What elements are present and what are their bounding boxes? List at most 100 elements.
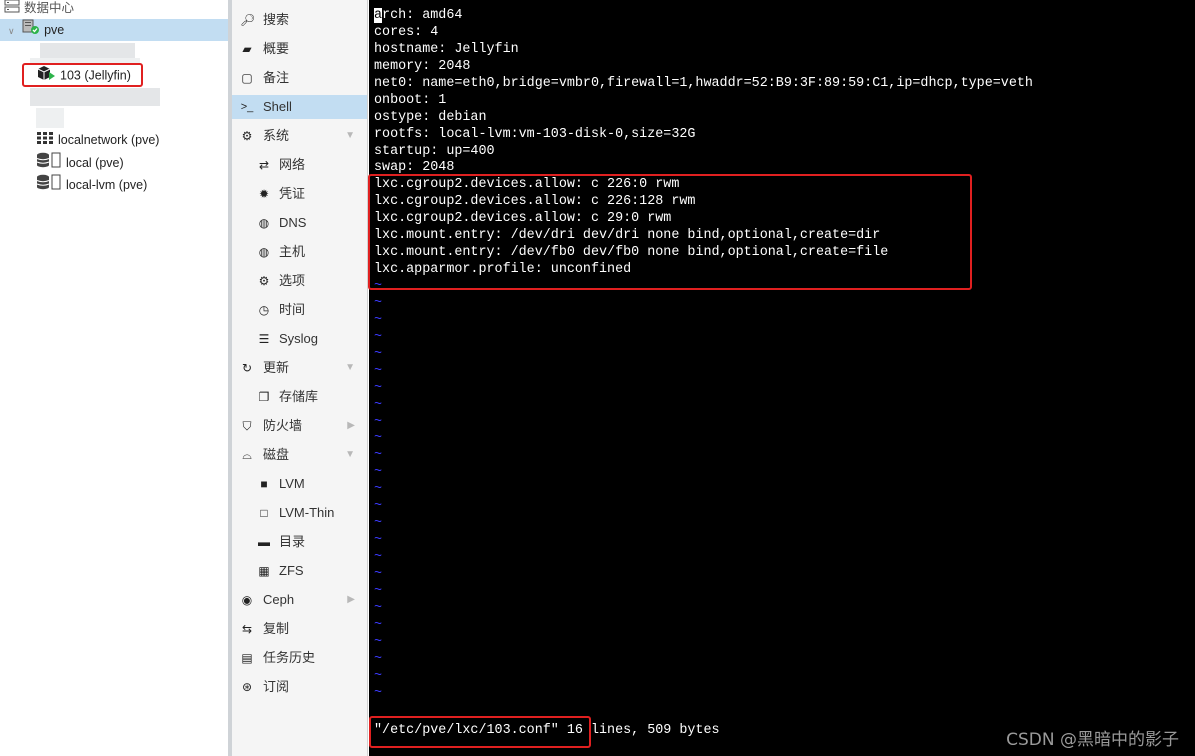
empty-line-tilde: ~ [374,482,383,498]
nav-item-system[interactable]: ⚙ 系统 ▼ [232,124,367,148]
nav-item-disks[interactable]: ⌓ 磁盘 ▼ [232,443,367,467]
nav-label: ZFS [279,563,304,578]
certificate-icon: ✹ [258,187,270,201]
nav-label: 磁盘 [263,447,290,462]
exchange-icon: ⇄ [258,158,270,172]
empty-line-tilde: ~ [374,346,383,362]
status-filename: "/etc/pve/lxc/103.conf" [374,723,559,738]
nav-item-task-history[interactable]: ▤ 任务历史 [232,646,367,670]
terminal-line: net0: name=eth0,bridge=vmbr0,firewall=1,… [374,75,1033,91]
watermark: CSDN @黑暗中的影子 [1006,730,1179,750]
empty-line-tilde: ~ [374,465,383,481]
empty-line-tilde: ~ [374,550,383,565]
tree-label-local: local (pve) [66,156,124,170]
server-icon [4,0,20,20]
collapse-arrow-icon[interactable]: ▼ [345,443,355,467]
empty-line-tilde: ~ [374,279,383,294]
container-running-icon [36,65,56,87]
nav-item-options[interactable]: ⚙ 选项 [232,269,367,293]
note-icon: ▢ [241,71,253,85]
tree-label-container: 103 (Jellyfin) [60,68,131,83]
nav-label: LVM [279,476,305,491]
nav-item-ceph[interactable]: ◉ Ceph ▶ [232,588,367,612]
blurred-region [40,43,135,59]
clock-icon: ◷ [258,303,270,317]
empty-line-tilde: ~ [374,651,383,667]
nav-label: 网络 [279,157,306,172]
empty-line-tilde: ~ [374,516,383,532]
tree-item-localnetwork[interactable]: localnetwork (pve) [36,129,159,151]
nav-item-hosts[interactable]: ◍ 主机 [232,240,367,264]
terminal-line: cores: 4 [374,24,439,40]
empty-line-tilde: ~ [374,617,383,633]
nav-item-shell[interactable]: >_ Shell [232,95,367,119]
square-outline-icon: □ [260,506,268,520]
empty-line-tilde: ~ [374,634,383,650]
nav-label: Shell [263,99,292,114]
gear-icon: ⚙ [258,274,270,288]
empty-line-tilde: ~ [374,414,383,430]
tree-label-datacenter: 数据中心 [24,1,75,15]
nav-label: Ceph [263,592,295,607]
nav-item-lvm-thin[interactable]: □ LVM-Thin [232,501,367,525]
terminal-line: lxc.cgroup2.devices.allow: c 226:0 rwm [374,177,680,193]
nav-item-replication[interactable]: ⇆ 复制 [232,617,367,641]
nav-item-dns[interactable]: ◍ DNS [232,211,367,235]
square-icon: ■ [260,477,268,491]
nav-item-lvm[interactable]: ■ LVM [232,472,367,496]
nav-item-network[interactable]: ⇄ 网络 [232,153,367,177]
tree-item-local[interactable]: local (pve) [36,152,124,174]
nav-label: 复制 [263,621,290,636]
empty-line-tilde: ~ [374,363,383,379]
terminal-line: lxc.cgroup2.devices.allow: c 226:128 rwm [374,194,696,210]
globe-icon: ◍ [258,245,270,259]
files-icon: ❐ [258,390,270,404]
terminal-content: arch: amd64 cores: 4 hostname: Jellyfin mem… [374,8,1033,702]
nav-item-search[interactable]: 🔎︎ 搜索 [232,8,367,32]
nav-item-certificates[interactable]: ✹ 凭证 [232,182,367,206]
nav-item-repositories[interactable]: ❐ 存储库 [232,385,367,409]
collapse-arrow-icon[interactable]: ▼ [345,124,355,148]
nav-item-subscription[interactable]: ⊛ 订阅 [232,675,367,699]
nav-item-zfs[interactable]: ▦ ZFS [232,559,367,583]
book-icon: ▰ [242,42,252,56]
empty-line-tilde: ~ [374,533,383,549]
terminal-line: memory: 2048 [374,58,471,74]
empty-line-tilde: ~ [374,600,383,616]
shell-terminal[interactable]: arch: amd64 cores: 4 hostname: Jellyfin mem… [369,0,1195,756]
nav-label: 目录 [279,534,306,549]
nav-item-directory[interactable]: ▬ 目录 [232,530,367,554]
collapse-arrow-icon: ∨ [8,25,15,36]
tree-item-local-lvm[interactable]: local-lvm (pve) [36,174,147,196]
list-icon: ☰ [258,332,270,346]
empty-line-tilde: ~ [374,583,383,599]
nav-label: 时间 [279,302,306,317]
support-icon: ⊛ [241,680,253,694]
tree-item-container-103[interactable]: 103 (Jellyfin) [22,63,143,87]
terminal-line: arch: amd64 [374,8,463,23]
nav-item-summary[interactable]: ▰ 概要 [232,37,367,61]
nav-item-firewall[interactable]: ⛉ 防火墙 ▶ [232,414,367,438]
search-icon: 🔎︎ [240,13,256,27]
nav-label: DNS [279,215,307,230]
node-icon [22,19,40,42]
nav-item-time[interactable]: ◷ 时间 [232,298,367,322]
empty-line-tilde: ~ [374,431,383,447]
empty-line-tilde: ~ [374,397,383,413]
empty-line-tilde: ~ [374,448,383,464]
nav-item-syslog[interactable]: ☰ Syslog [232,327,367,351]
tree-item-node[interactable]: ∨ pve [0,19,228,41]
terminal-line: lxc.apparmor.profile: unconfined [374,262,632,278]
tree-item-datacenter[interactable]: 数据中心 [4,0,228,19]
terminal-line: lxc.cgroup2.devices.allow: c 29:0 rwm [374,211,672,227]
empty-line-tilde: ~ [374,566,383,582]
terminal-line: ostype: debian [374,109,487,125]
nav-item-notes[interactable]: ▢ 备注 [232,66,367,90]
collapse-arrow-icon[interactable]: ▼ [345,356,355,380]
nav-label: Syslog [279,331,319,346]
expand-arrow-icon[interactable]: ▶ [347,588,355,612]
empty-line-tilde: ~ [374,668,383,684]
expand-arrow-icon[interactable]: ▶ [347,414,355,438]
storage-icon [36,174,62,197]
nav-item-updates[interactable]: ↻ 更新 ▼ [232,356,367,380]
